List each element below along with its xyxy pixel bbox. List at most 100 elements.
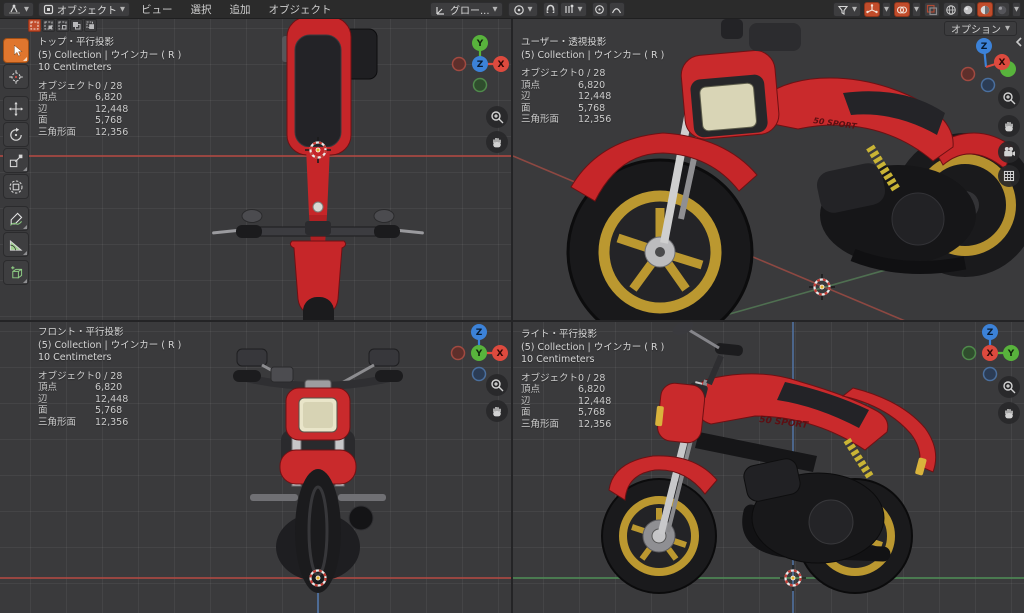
stat-label: 辺 bbox=[521, 91, 531, 102]
overlays-dropdown[interactable]: ▼ bbox=[912, 2, 921, 17]
xray-toggle[interactable] bbox=[924, 2, 940, 17]
tool-measure[interactable] bbox=[3, 232, 29, 257]
overlays-toggle[interactable] bbox=[894, 2, 910, 17]
stat-row: 辺 12,448 bbox=[521, 396, 664, 408]
select-mode-intersect[interactable] bbox=[84, 19, 97, 32]
filter-dropdown[interactable]: ▼ bbox=[833, 2, 861, 17]
view-label: トップ・平行投影 bbox=[38, 37, 115, 48]
svg-text:Y: Y bbox=[1007, 349, 1015, 359]
stat-row: オブジェクト 0 / 28 bbox=[38, 371, 181, 383]
gizmos-dropdown[interactable]: ▼ bbox=[882, 2, 891, 17]
scale-icon bbox=[9, 154, 23, 167]
shading-dropdown[interactable]: ▼ bbox=[1012, 2, 1021, 17]
collection-path: (5) Collection | ウインカー ( R ) bbox=[38, 339, 182, 351]
zoom-icon bbox=[491, 111, 504, 124]
transform-orientation-dropdown[interactable]: グロー... ▼ bbox=[430, 2, 503, 17]
tool-rotate[interactable] bbox=[3, 122, 29, 147]
shading-wireframe-button[interactable] bbox=[943, 2, 959, 17]
select-mode-extend[interactable] bbox=[42, 19, 55, 32]
menu-object[interactable]: オブジェクト bbox=[262, 2, 339, 17]
menu-select[interactable]: 選択 bbox=[184, 2, 219, 17]
tool-annotate[interactable] bbox=[3, 206, 29, 231]
navigation-gizmo[interactable]: Z Y X bbox=[959, 322, 1021, 384]
select-mode-invert[interactable] bbox=[70, 19, 83, 32]
stat-row: 三角形面 12,356 bbox=[521, 114, 664, 126]
svg-text:Z: Z bbox=[987, 328, 994, 338]
zoom-button[interactable] bbox=[486, 374, 508, 396]
proportional-editing-toggle[interactable] bbox=[591, 2, 608, 17]
select-mode-subtract[interactable] bbox=[56, 19, 69, 32]
tool-transform[interactable] bbox=[3, 174, 29, 199]
zoom-icon bbox=[1003, 92, 1016, 105]
collection-path: (5) Collection | ウインカー ( R ) bbox=[521, 49, 665, 61]
stat-row: 面 5,768 bbox=[38, 115, 181, 127]
shading-rendered-button[interactable] bbox=[994, 2, 1010, 17]
viewport-header: ▼ オブジェクト ▼ ビュー 選択 追加 オブジェクト グロー... ▼ ▼ ▼… bbox=[0, 0, 1024, 19]
tool-cursor[interactable] bbox=[3, 64, 29, 89]
viewport-right[interactable]: 50 SPORT ライト・平行投影 (5) Collection | ウインカー… bbox=[513, 322, 1024, 613]
shading-solid-button[interactable] bbox=[960, 2, 976, 17]
stat-value: 12,356 bbox=[578, 114, 612, 125]
transform-icon bbox=[9, 179, 23, 194]
stat-label: オブジェクト bbox=[521, 372, 579, 384]
overlays-icon bbox=[896, 5, 908, 14]
dropdown-caret: ▼ bbox=[884, 5, 889, 14]
stat-value: 5,768 bbox=[95, 115, 123, 126]
zoom-button[interactable] bbox=[486, 106, 508, 128]
tool-scale[interactable] bbox=[3, 148, 29, 173]
mode-selector[interactable]: オブジェクト ▼ bbox=[38, 1, 130, 17]
navigation-gizmo[interactable]: Y X Z bbox=[449, 33, 511, 95]
menu-add[interactable]: 追加 bbox=[223, 2, 258, 17]
view-label: ライト・平行投影 bbox=[521, 329, 598, 340]
snap-toggle[interactable] bbox=[542, 2, 559, 17]
stat-row: 辺 12,448 bbox=[38, 394, 181, 406]
stat-value: 5,768 bbox=[578, 102, 606, 114]
dropdown-caret: ▼ bbox=[914, 5, 919, 14]
stat-row: 面 5,768 bbox=[521, 103, 664, 115]
zoom-button[interactable] bbox=[998, 376, 1020, 398]
stat-row: 三角形面 12,356 bbox=[521, 419, 664, 431]
stat-value: 12,448 bbox=[578, 91, 612, 102]
gizmos-toggle[interactable] bbox=[864, 2, 880, 17]
viewport-front[interactable]: フロント・平行投影 (5) Collection | ウインカー ( R ) 1… bbox=[0, 322, 511, 613]
annotate-icon bbox=[10, 212, 23, 226]
tool-add-cube[interactable] bbox=[3, 260, 29, 285]
viewport-top[interactable]: トップ・平行投影 (5) Collection | ウインカー ( R ) 10… bbox=[0, 19, 511, 320]
viewport-divider-horizontal[interactable] bbox=[0, 320, 1024, 322]
collection-path: (5) Collection | ウインカー ( R ) bbox=[38, 49, 182, 61]
3d-cursor bbox=[305, 137, 331, 163]
stat-label: 面 bbox=[38, 405, 48, 416]
proportional-falloff-dropdown[interactable] bbox=[608, 2, 625, 17]
stat-label: 辺 bbox=[521, 395, 531, 407]
stat-value: 0 / 28 bbox=[95, 370, 123, 382]
tool-select-box[interactable] bbox=[3, 38, 29, 63]
dropdown-caret: ▼ bbox=[577, 5, 583, 14]
tool-submenu-indicator bbox=[23, 279, 27, 283]
proportional-editing-icon bbox=[595, 5, 604, 14]
grid-ortho-icon bbox=[1003, 170, 1015, 182]
stat-row: 辺 12,448 bbox=[521, 91, 664, 103]
shading-material-button[interactable] bbox=[977, 2, 993, 17]
pan-button[interactable] bbox=[998, 115, 1020, 137]
svg-text:X: X bbox=[498, 60, 505, 70]
shading-material-icon bbox=[980, 5, 990, 14]
menu-view[interactable]: ビュー bbox=[134, 2, 180, 17]
select-mode-set[interactable] bbox=[28, 19, 41, 32]
editor-type-button[interactable]: ▼ bbox=[3, 1, 34, 17]
viewport-user[interactable]: 50 SPORT ユーザー・透視投影 (5) Collection | ウインカ… bbox=[513, 19, 1024, 320]
pan-button[interactable] bbox=[486, 131, 508, 153]
pan-button[interactable] bbox=[998, 402, 1020, 424]
camera-view-button[interactable] bbox=[998, 141, 1020, 163]
options-dropdown[interactable]: オプション ▼ bbox=[944, 21, 1017, 36]
ortho-perspective-button[interactable] bbox=[998, 165, 1020, 187]
object-mode-icon bbox=[43, 4, 54, 14]
svg-text:X: X bbox=[987, 349, 994, 359]
snap-target-dropdown[interactable]: ▼ bbox=[559, 2, 587, 17]
zoom-button[interactable] bbox=[998, 87, 1020, 109]
pivot-point-dropdown[interactable]: ▼ bbox=[507, 2, 538, 17]
filter-funnel-icon bbox=[837, 5, 849, 15]
viewport-divider-vertical[interactable] bbox=[511, 19, 513, 613]
tool-move[interactable] bbox=[3, 96, 29, 121]
pan-button[interactable] bbox=[486, 400, 508, 422]
sidebar-collapse-arrow[interactable] bbox=[1014, 33, 1024, 52]
